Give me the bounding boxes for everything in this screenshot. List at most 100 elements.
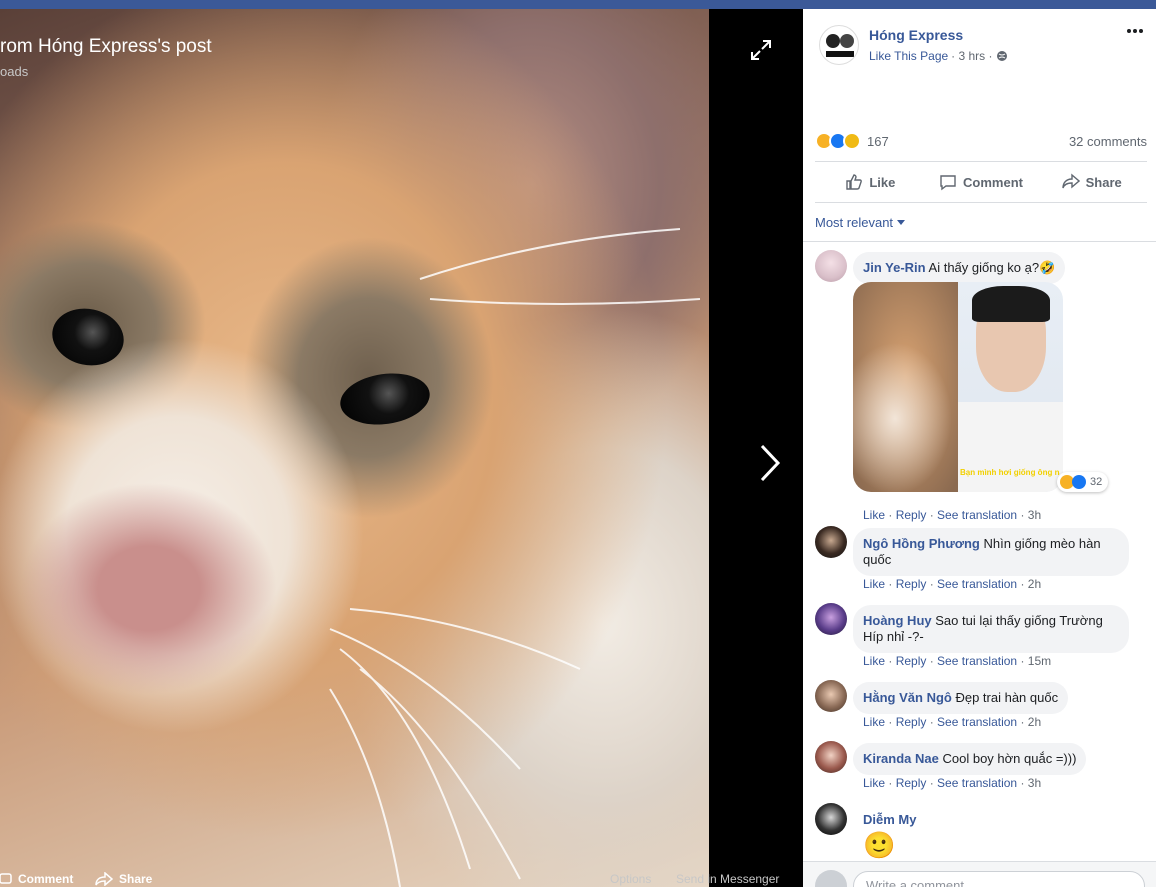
comment-item: Hằng Văn Ngô Đẹp trai hàn quốc Like · Re… bbox=[815, 680, 1145, 735]
comment-bubble: Kiranda Nae Cool boy hờn quắc =))) bbox=[853, 743, 1087, 775]
comment-text: Đẹp trai hàn quốc bbox=[955, 690, 1059, 705]
fullscreen-icon[interactable] bbox=[749, 38, 773, 62]
comment-like-link[interactable]: Like bbox=[863, 715, 885, 729]
photo-subtitle: oads bbox=[0, 64, 29, 79]
share-button[interactable]: Share bbox=[1036, 162, 1147, 202]
comment-bubble: Hoàng Huy Sao tui lại thấy giống Trường … bbox=[853, 605, 1129, 653]
person-thumbnail: Bạn mình hơi giống ông này bbox=[958, 282, 1063, 492]
comment-like-link[interactable]: Like bbox=[863, 508, 885, 522]
post-side-panel: Hóng Express Like This Page · 3 hrs · 16… bbox=[803, 9, 1156, 887]
comment-bubble: Ngô Hồng Phương Nhìn giống mèo hàn quốc bbox=[853, 528, 1129, 576]
comment-actions: Like · Reply · See translation · 3h bbox=[863, 508, 1042, 522]
comment-actions: Like · Reply · See translation · 2h bbox=[863, 577, 1042, 591]
like-reaction-icon bbox=[1072, 475, 1086, 489]
reaction-icons[interactable] bbox=[815, 132, 861, 150]
comment-author[interactable]: Kiranda Nae bbox=[863, 751, 939, 766]
comment-reply-link[interactable]: Reply bbox=[896, 715, 927, 729]
post-time[interactable]: · 3 hrs · bbox=[951, 49, 992, 63]
viewer-share-button[interactable]: Share bbox=[95, 872, 152, 886]
comment-like-link[interactable]: Like bbox=[863, 776, 885, 790]
page-avatar[interactable] bbox=[819, 25, 859, 65]
send-in-messenger-button[interactable]: Send in Messenger bbox=[676, 872, 779, 886]
comment-item: Hoàng Huy Sao tui lại thấy giống Trường … bbox=[815, 603, 1145, 673]
viewer-options-button[interactable]: Options bbox=[610, 872, 651, 886]
reactions-summary: 167 32 comments bbox=[815, 129, 1147, 153]
like-button[interactable]: Like bbox=[815, 162, 926, 202]
comment-item: Jin Ye-Rin Ai thấy giống ko ạ?🤣 Bạn mình… bbox=[815, 250, 1145, 522]
comment-bubble: Jin Ye-Rin Ai thấy giống ko ạ?🤣 bbox=[853, 252, 1066, 284]
comment-text: Cool boy hờn quắc =))) bbox=[942, 751, 1077, 766]
caret-down-icon bbox=[897, 219, 906, 225]
comment-time[interactable]: 15m bbox=[1028, 654, 1051, 668]
cat-thumbnail bbox=[853, 282, 958, 492]
avatar[interactable] bbox=[815, 603, 847, 635]
comment-icon bbox=[940, 175, 956, 191]
comment-actions: Like · Reply · See translation · 15m bbox=[863, 654, 1052, 668]
image-reactions[interactable]: 32 bbox=[1057, 472, 1109, 492]
see-translation-link[interactable]: See translation bbox=[937, 577, 1017, 591]
comment-actions: Like · Reply · See translation · 3h bbox=[863, 776, 1042, 790]
photo-title: rom Hóng Express's post bbox=[0, 36, 212, 57]
see-translation-link[interactable]: See translation bbox=[937, 654, 1017, 668]
comment-icon bbox=[0, 873, 12, 884]
see-translation-link[interactable]: See translation bbox=[937, 508, 1017, 522]
comments-count[interactable]: 32 comments bbox=[1069, 134, 1147, 149]
my-avatar bbox=[815, 870, 847, 887]
comment-reply-link[interactable]: Reply bbox=[896, 577, 927, 591]
avatar[interactable] bbox=[815, 526, 847, 558]
image-caption: Bạn mình hơi giống ông này bbox=[960, 468, 1060, 477]
comment-sort-dropdown[interactable]: Most relevant bbox=[815, 215, 906, 230]
comment-time[interactable]: 3h bbox=[1028, 776, 1041, 790]
comment-author[interactable]: Hoàng Huy bbox=[863, 613, 932, 628]
comment-author[interactable]: Hằng Văn Ngô bbox=[863, 690, 952, 705]
comment-author[interactable]: Diễm My bbox=[863, 812, 916, 827]
comment-item: Kiranda Nae Cool boy hờn quắc =))) Like … bbox=[815, 741, 1145, 796]
photo-viewer: rom Hóng Express's post oads Comment Sha… bbox=[0, 0, 803, 887]
avatar[interactable] bbox=[815, 680, 847, 712]
viewer-bottom-bar: Comment Share Options Send in Messenger bbox=[0, 866, 803, 887]
comment-reply-link[interactable]: Reply bbox=[896, 654, 927, 668]
share-icon bbox=[1061, 173, 1080, 189]
comment-reply-link[interactable]: Reply bbox=[896, 776, 927, 790]
comment-time[interactable]: 2h bbox=[1028, 577, 1041, 591]
reaction-count[interactable]: 167 bbox=[867, 134, 889, 149]
avatar[interactable] bbox=[815, 250, 847, 282]
share-icon bbox=[95, 872, 113, 886]
comment-time[interactable]: 2h bbox=[1028, 715, 1041, 729]
thumbs-up-icon bbox=[846, 174, 863, 190]
comment-image[interactable]: Bạn mình hơi giống ông này bbox=[853, 282, 1063, 492]
write-comment-input[interactable]: Write a comment... bbox=[853, 871, 1145, 887]
comment-reply-link[interactable]: Reply bbox=[896, 508, 927, 522]
see-translation-link[interactable]: See translation bbox=[937, 776, 1017, 790]
comment-item: Diễm My 🙂 bbox=[815, 803, 1145, 863]
cat-whiskers bbox=[329, 228, 701, 887]
comment-like-link[interactable]: Like bbox=[863, 577, 885, 591]
post-action-row: Like Comment Share bbox=[815, 161, 1147, 203]
comment-author[interactable]: Ngô Hồng Phương bbox=[863, 536, 980, 551]
viewer-comment-button[interactable]: Comment bbox=[0, 872, 73, 886]
comment-author[interactable]: Jin Ye-Rin bbox=[863, 260, 926, 275]
see-translation-link[interactable]: See translation bbox=[937, 715, 1017, 729]
top-navigation-bar bbox=[0, 0, 1156, 9]
comment-like-link[interactable]: Like bbox=[863, 654, 885, 668]
post-header: Hóng Express Like This Page · 3 hrs · bbox=[803, 9, 1156, 79]
comment-bubble: Hằng Văn Ngô Đẹp trai hàn quốc bbox=[853, 682, 1069, 714]
avatar[interactable] bbox=[815, 803, 847, 835]
comment-item: Ngô Hồng Phương Nhìn giống mèo hàn quốc … bbox=[815, 526, 1145, 596]
comment-time[interactable]: 3h bbox=[1028, 508, 1041, 522]
next-photo-arrow-icon[interactable] bbox=[752, 438, 786, 488]
comment-composer: Write a comment... bbox=[803, 861, 1156, 887]
post-meta: Like This Page · 3 hrs · bbox=[869, 49, 1008, 63]
avatar[interactable] bbox=[815, 741, 847, 773]
divider bbox=[803, 241, 1156, 242]
page-name[interactable]: Hóng Express bbox=[869, 27, 963, 43]
more-options-icon[interactable] bbox=[1125, 25, 1145, 37]
like-this-page-link[interactable]: Like This Page bbox=[869, 49, 948, 63]
sad-reaction-icon bbox=[843, 132, 861, 150]
emoji-comment: 🙂 bbox=[863, 830, 896, 860]
comment-button[interactable]: Comment bbox=[926, 162, 1037, 202]
comment-text: Ai thấy giống ko ạ?🤣 bbox=[928, 260, 1056, 275]
cat-photo[interactable] bbox=[0, 9, 709, 887]
comment-actions: Like · Reply · See translation · 2h bbox=[863, 715, 1042, 729]
globe-icon bbox=[996, 51, 1007, 61]
